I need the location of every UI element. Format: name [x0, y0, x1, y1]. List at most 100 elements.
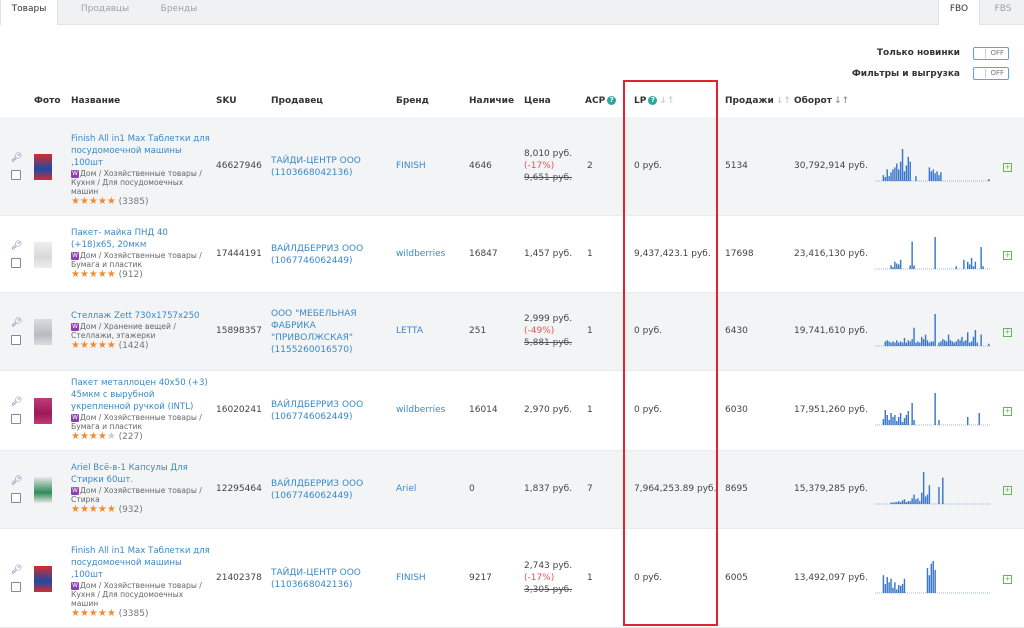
table-row[interactable]: 🔑︎ Стеллаж Zett 730x1757x250 W Дом / Хран… [0, 293, 1024, 371]
spark-bar [915, 342, 917, 346]
new-only-toggle[interactable]: OFF [973, 47, 1009, 60]
product-photo[interactable] [34, 241, 52, 268]
col-sales[interactable]: Продажи ↓↑ [725, 96, 791, 106]
key-icon[interactable]: 🔑︎ [11, 318, 22, 328]
spark-bar [922, 339, 925, 346]
expand-row-button[interactable]: + [1003, 486, 1012, 495]
col-name[interactable]: Название [71, 96, 120, 106]
sales-cell: 17698 [725, 248, 754, 259]
key-icon[interactable]: 🔑︎ [11, 153, 22, 163]
spark-bar [932, 168, 934, 181]
col-price[interactable]: Цена [524, 96, 551, 106]
key-icon[interactable]: 🔑︎ [11, 397, 22, 407]
spark-bar [896, 588, 898, 593]
key-icon[interactable]: 🔑︎ [11, 565, 22, 575]
tab-sellers[interactable]: Продавцы [70, 0, 140, 24]
col-acp[interactable]: АСР? [585, 96, 617, 106]
row-checkbox[interactable] [11, 335, 21, 345]
expand-row-button[interactable]: + [1003, 328, 1012, 337]
table-row[interactable]: 🔑︎ Finish All in1 Max Таблетки для посуд… [0, 529, 1024, 628]
tab-brands[interactable]: Бренды [146, 0, 212, 24]
col-sku[interactable]: SKU [216, 96, 237, 106]
product-category: W Дом / Хранение вещей / Стеллажи, этажер… [71, 322, 211, 340]
row-checkbox[interactable] [11, 257, 21, 268]
product-name-link[interactable]: Finish All in1 Max Таблетки для посудомо… [71, 546, 210, 580]
expand-row-button[interactable]: + [1003, 407, 1012, 416]
brand-link[interactable]: wildberries [396, 405, 445, 415]
product-photo[interactable] [34, 477, 52, 503]
spark-bar [898, 263, 900, 269]
product-category-path[interactable]: Дом / Хозяйственные товары / Кухня / Для… [71, 581, 202, 608]
help-icon[interactable]: ? [607, 96, 617, 105]
spark-bar [928, 574, 931, 593]
seller-link[interactable]: ООО "МЕБЕЛЬНАЯ ФАБРИКА "ПРИВОЛЖСКАЯ" (11… [271, 308, 383, 356]
product-name-link[interactable]: Стеллаж Zett 730x1757x250 [71, 311, 200, 321]
product-name-link[interactable]: Пакет металлоцен 40x50 (+3) 45мкм с выру… [71, 378, 208, 412]
spark-bar [911, 241, 913, 269]
sort-desc-icon[interactable]: ↓↑ [834, 96, 849, 106]
row-checkbox[interactable] [11, 581, 21, 592]
product-category-path[interactable]: Дом / Хранение вещей / Стеллажи, этажерк… [71, 322, 176, 340]
sku-cell: 17444191 [216, 248, 262, 259]
sort-icon[interactable]: ↓↑ [776, 96, 791, 106]
seller-link[interactable]: ВАЙЛДБЕРРИЗ ООО (1067746062449) [271, 243, 383, 267]
table-row[interactable]: 🔑︎ Пакет металлоцен 40x50 (+3) 45мкм с в… [0, 371, 1024, 451]
table-row[interactable]: 🔑︎ Пакет- майка ПНД 40 (+18)x65, 20мкм W… [0, 216, 1024, 293]
col-brand[interactable]: Бренд [396, 96, 429, 106]
seller-link[interactable]: ВАЙЛДБЕРРИЗ ООО (1067746062449) [271, 478, 383, 502]
filters-toggle[interactable]: OFF [973, 67, 1009, 80]
product-photo[interactable] [34, 398, 52, 424]
table-row[interactable]: 🔑︎ Finish All in1 Max Таблетки для посуд… [0, 117, 1024, 216]
col-turnover[interactable]: Оборот ↓↑ [794, 96, 849, 106]
expand-row-button[interactable]: + [1003, 162, 1012, 172]
spark-bar [930, 170, 933, 181]
product-photo[interactable] [34, 319, 52, 345]
product-category-path[interactable]: Дом / Хозяйственные товары / Стирка [71, 486, 202, 504]
seller-link[interactable]: ВАЙЛДБЕРРИЗ ООО (1067746062449) [271, 399, 383, 423]
spark-bar [919, 342, 921, 346]
spark-bar [974, 330, 977, 346]
product-category-path[interactable]: Дом / Хозяйственные товары / Бумага и пл… [71, 413, 202, 431]
brand-link[interactable]: Ariel [396, 484, 416, 494]
row-checkbox[interactable] [11, 493, 21, 503]
key-icon[interactable]: 🔑︎ [11, 241, 22, 251]
acp-cell: 7 [587, 484, 593, 494]
current-price: 2,970 руб. [524, 405, 573, 415]
product-category-path[interactable]: Дом / Хозяйственные товары / Кухня / Для… [71, 169, 202, 196]
tab-products[interactable]: Товары [0, 0, 58, 25]
product-photo[interactable] [34, 565, 52, 592]
brand-link[interactable]: FINISH [396, 161, 426, 171]
tab-fbs[interactable]: FBS [982, 0, 1024, 24]
brand-link[interactable]: wildberries [396, 249, 445, 259]
col-stock[interactable]: Наличие [469, 96, 514, 106]
rating-stars-icon: ★★★★★ [71, 195, 116, 207]
product-photo[interactable] [34, 153, 52, 180]
row-checkbox[interactable] [11, 169, 21, 180]
product-name-link[interactable]: Пакет- майка ПНД 40 (+18)x65, 20мкм [71, 228, 168, 250]
seller-link[interactable]: ТАЙДИ-ЦЕНТР ООО (1103668042136) [271, 567, 383, 591]
col-seller[interactable]: Продавец [271, 96, 323, 106]
row-checkbox[interactable] [11, 414, 21, 424]
brand-link[interactable]: LETTA [396, 326, 423, 336]
turnover-cell: 23,416,130 руб. [794, 248, 868, 259]
spark-bar [934, 393, 936, 425]
table-row[interactable]: 🔑︎ Ariel Всё-в-1 Капсулы Для Стирки 60шт… [0, 451, 1024, 529]
spark-bar [886, 340, 888, 346]
spark-bar [911, 498, 913, 504]
product-name-block: Finish All in1 Max Таблетки для посудомо… [71, 133, 211, 208]
sku-cell: 12295464 [216, 484, 262, 494]
key-icon[interactable]: 🔑︎ [11, 476, 22, 486]
spark-bar [972, 265, 975, 269]
tab-fbo[interactable]: FBO [938, 0, 980, 25]
spark-bar [892, 587, 894, 593]
product-category-path[interactable]: Дом / Хозяйственные товары / Бумага и пл… [71, 251, 202, 269]
spark-bar [909, 161, 911, 181]
expand-row-button[interactable]: + [1003, 250, 1012, 260]
product-name-link[interactable]: Ariel Всё-в-1 Капсулы Для Стирки 60шт. [71, 463, 188, 485]
review-count: (1424) [118, 341, 149, 351]
brand-link[interactable]: FINISH [396, 573, 426, 583]
product-name-link[interactable]: Finish All in1 Max Таблетки для посудомо… [71, 134, 210, 168]
seller-link[interactable]: ТАЙДИ-ЦЕНТР ООО (1103668042136) [271, 155, 383, 179]
expand-row-button[interactable]: + [1003, 574, 1012, 584]
spark-bar [959, 340, 961, 346]
